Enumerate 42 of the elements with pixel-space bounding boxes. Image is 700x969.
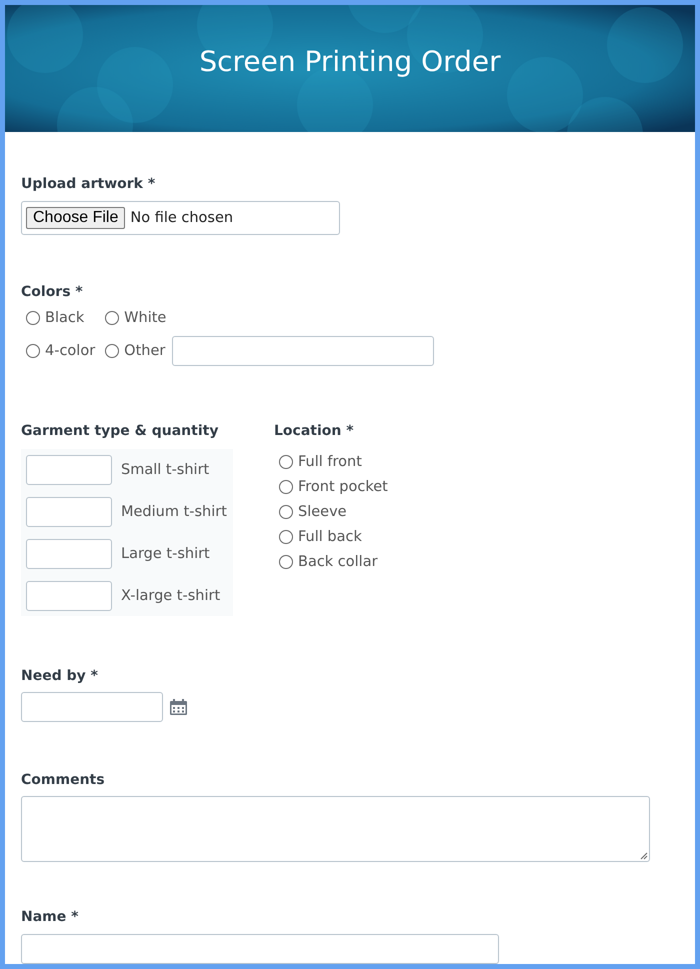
choose-file-button[interactable]: Choose File bbox=[26, 207, 126, 229]
field-label: Location * bbox=[274, 423, 354, 439]
radio-button[interactable] bbox=[26, 344, 40, 358]
radio-button[interactable] bbox=[279, 480, 293, 494]
option-label: White bbox=[124, 310, 166, 326]
quantity-field[interactable] bbox=[26, 497, 112, 527]
field-label: Upload artwork * bbox=[21, 176, 156, 192]
field-label: Need by * bbox=[21, 668, 98, 684]
option-label: Full front bbox=[298, 454, 362, 470]
garment-label: Large t-shirt bbox=[121, 546, 210, 562]
text-field[interactable] bbox=[172, 336, 434, 366]
comments-field[interactable] bbox=[21, 796, 650, 862]
radio-button[interactable] bbox=[279, 555, 293, 569]
option-label: 4-color bbox=[45, 343, 96, 359]
calendar-icon[interactable] bbox=[170, 699, 187, 715]
form-title: Screen Printing Order bbox=[199, 45, 501, 78]
name-field[interactable] bbox=[21, 934, 499, 964]
option-label: Other bbox=[124, 343, 166, 359]
field-label: Garment type & quantity bbox=[21, 423, 218, 439]
radio-button[interactable] bbox=[105, 311, 120, 325]
radio-button[interactable] bbox=[279, 530, 293, 544]
date-field[interactable] bbox=[21, 692, 163, 722]
resize-grip-icon[interactable] bbox=[640, 852, 648, 860]
radio-button[interactable] bbox=[279, 505, 293, 519]
option-label: Back collar bbox=[298, 554, 378, 570]
field-label: Colors * bbox=[21, 284, 83, 300]
field-label: Comments bbox=[21, 772, 105, 788]
radio-button[interactable] bbox=[26, 311, 40, 325]
option-label: Sleeve bbox=[298, 504, 347, 520]
file-field[interactable]: Choose File No file chosen bbox=[21, 201, 340, 235]
garment-label: Small t-shirt bbox=[121, 462, 210, 478]
field-label: Name * bbox=[21, 909, 78, 925]
garment-label: Medium t-shirt bbox=[121, 504, 227, 520]
option-label: Black bbox=[45, 310, 84, 326]
quantity-field[interactable] bbox=[26, 581, 112, 611]
radio-button[interactable] bbox=[105, 344, 120, 358]
radio-button[interactable] bbox=[279, 455, 293, 469]
quantity-field[interactable] bbox=[26, 539, 112, 569]
quantity-field[interactable] bbox=[26, 455, 112, 485]
option-label: Front pocket bbox=[298, 479, 388, 495]
garment-label: X-large t-shirt bbox=[121, 588, 220, 604]
option-label: Full back bbox=[298, 529, 362, 545]
